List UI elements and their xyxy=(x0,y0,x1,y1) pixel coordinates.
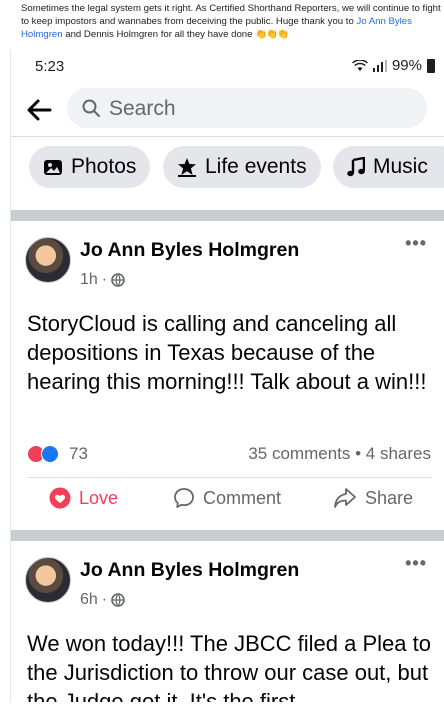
post-time[interactable]: 6h xyxy=(80,591,98,609)
comment-icon xyxy=(174,488,194,508)
filter-pills: Photos Life events Music xyxy=(11,146,444,192)
comments-shares-count[interactable]: 35 comments • 4 shares xyxy=(248,444,431,464)
music-note-icon xyxy=(347,157,365,177)
comment-label: Comment xyxy=(203,487,282,508)
photo-icon xyxy=(44,160,62,175)
love-label: Love xyxy=(79,487,119,508)
post-meta: 6h · xyxy=(80,591,125,609)
post-card: Jo Ann Byles Holmgren 6h · ••• We won to… xyxy=(11,541,444,702)
clapping-emoji: 👏👏👏 xyxy=(255,29,289,40)
search-placeholder: Search xyxy=(109,97,176,120)
share-label: Share xyxy=(365,487,414,508)
section-separator xyxy=(11,210,444,221)
post-stats: 73 35 comments • 4 shares xyxy=(27,442,431,466)
more-options-icon[interactable]: ••• xyxy=(405,553,427,574)
meta-dot: · xyxy=(101,271,108,288)
back-arrow-icon[interactable] xyxy=(25,96,53,124)
avatar[interactable] xyxy=(25,237,71,283)
stats-divider xyxy=(27,477,431,478)
comment-button[interactable]: Comment xyxy=(173,487,281,509)
battery-icon xyxy=(427,58,435,73)
status-bar: 5:23 99% xyxy=(11,50,444,84)
search-header: Search xyxy=(11,88,444,132)
star-icon xyxy=(178,158,196,177)
filter-life-events[interactable]: Life events xyxy=(163,146,321,188)
post-actions: Love Comment Share xyxy=(11,481,444,517)
post-meta: 1h · xyxy=(80,271,125,289)
meta-dot: · xyxy=(101,591,108,608)
signal-icon xyxy=(372,59,387,72)
filter-music[interactable]: Music xyxy=(333,146,444,188)
filter-music-label: Music xyxy=(373,155,428,178)
search-icon xyxy=(82,99,100,117)
caption-suffix: and Dennis Holmgren for all they have do… xyxy=(62,29,256,40)
more-options-icon[interactable]: ••• xyxy=(405,233,427,254)
reaction-count[interactable]: 73 xyxy=(69,444,88,464)
avatar[interactable] xyxy=(25,557,71,603)
status-time: 5:23 xyxy=(35,58,65,75)
filter-life-events-label: Life events xyxy=(205,155,307,178)
like-reaction-icon xyxy=(41,445,59,463)
wifi-icon xyxy=(351,59,368,71)
status-right: 99% xyxy=(351,57,435,74)
love-button[interactable]: Love xyxy=(49,487,118,509)
post-text: StoryCloud is calling and canceling all … xyxy=(27,311,427,394)
share-button[interactable]: Share xyxy=(333,487,413,509)
filter-photos-label: Photos xyxy=(71,155,137,178)
heart-icon xyxy=(49,487,71,509)
phone-screenshot: 5:23 99% Search Photos Life events Music xyxy=(10,50,444,702)
filter-photos[interactable]: Photos xyxy=(29,146,151,188)
search-input[interactable]: Search xyxy=(67,88,427,128)
post-caption: Sometimes the legal system gets it right… xyxy=(21,2,441,41)
post-time[interactable]: 1h xyxy=(80,271,98,289)
globe-icon xyxy=(111,273,125,287)
section-separator xyxy=(11,530,444,541)
share-icon xyxy=(334,488,356,508)
post-author[interactable]: Jo Ann Byles Holmgren xyxy=(80,239,299,262)
post-card: Jo Ann Byles Holmgren 1h · ••• StoryClou… xyxy=(11,221,444,530)
globe-icon xyxy=(111,593,125,607)
reaction-icons[interactable] xyxy=(27,445,59,463)
header-divider xyxy=(11,136,444,137)
battery-percent: 99% xyxy=(391,57,422,74)
post-author[interactable]: Jo Ann Byles Holmgren xyxy=(80,559,299,582)
post-text: We won today!!! The JBCC filed a Plea to… xyxy=(27,631,431,702)
